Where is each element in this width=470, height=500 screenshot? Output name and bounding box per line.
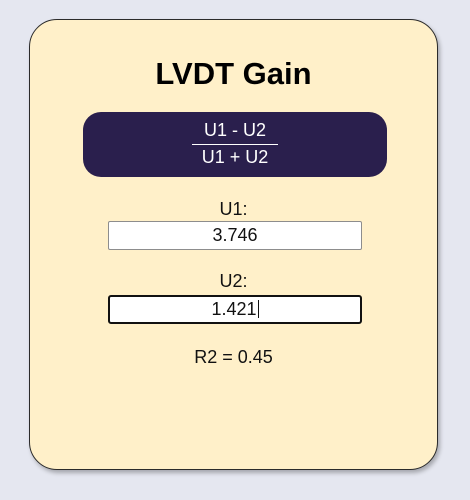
formula-box: U1 - U2 U1 + U2 xyxy=(83,112,387,177)
result-name: R2 xyxy=(194,347,218,367)
text-caret xyxy=(257,300,259,318)
page-title: LVDT Gain xyxy=(155,56,312,91)
formula-numerator: U1 - U2 xyxy=(203,120,266,140)
u2-input[interactable]: 1.421 xyxy=(108,295,362,324)
formula-denominator: U1 + U2 xyxy=(201,147,269,167)
u2-label: U2: xyxy=(219,271,248,291)
result-separator: = xyxy=(217,347,238,367)
u1-label: U1: xyxy=(219,199,248,219)
result-readout: R2 = 0.45 xyxy=(30,347,437,367)
u1-value: 3.746 xyxy=(212,225,258,245)
result-value: 0.45 xyxy=(237,347,273,367)
u1-input[interactable]: 3.746 xyxy=(108,221,362,250)
u2-value: 1.421 xyxy=(211,299,257,319)
calculator-card: LVDT Gain U1 - U2 U1 + U2 U1: 3.746 U2: … xyxy=(29,19,438,470)
fraction-bar xyxy=(192,144,278,145)
